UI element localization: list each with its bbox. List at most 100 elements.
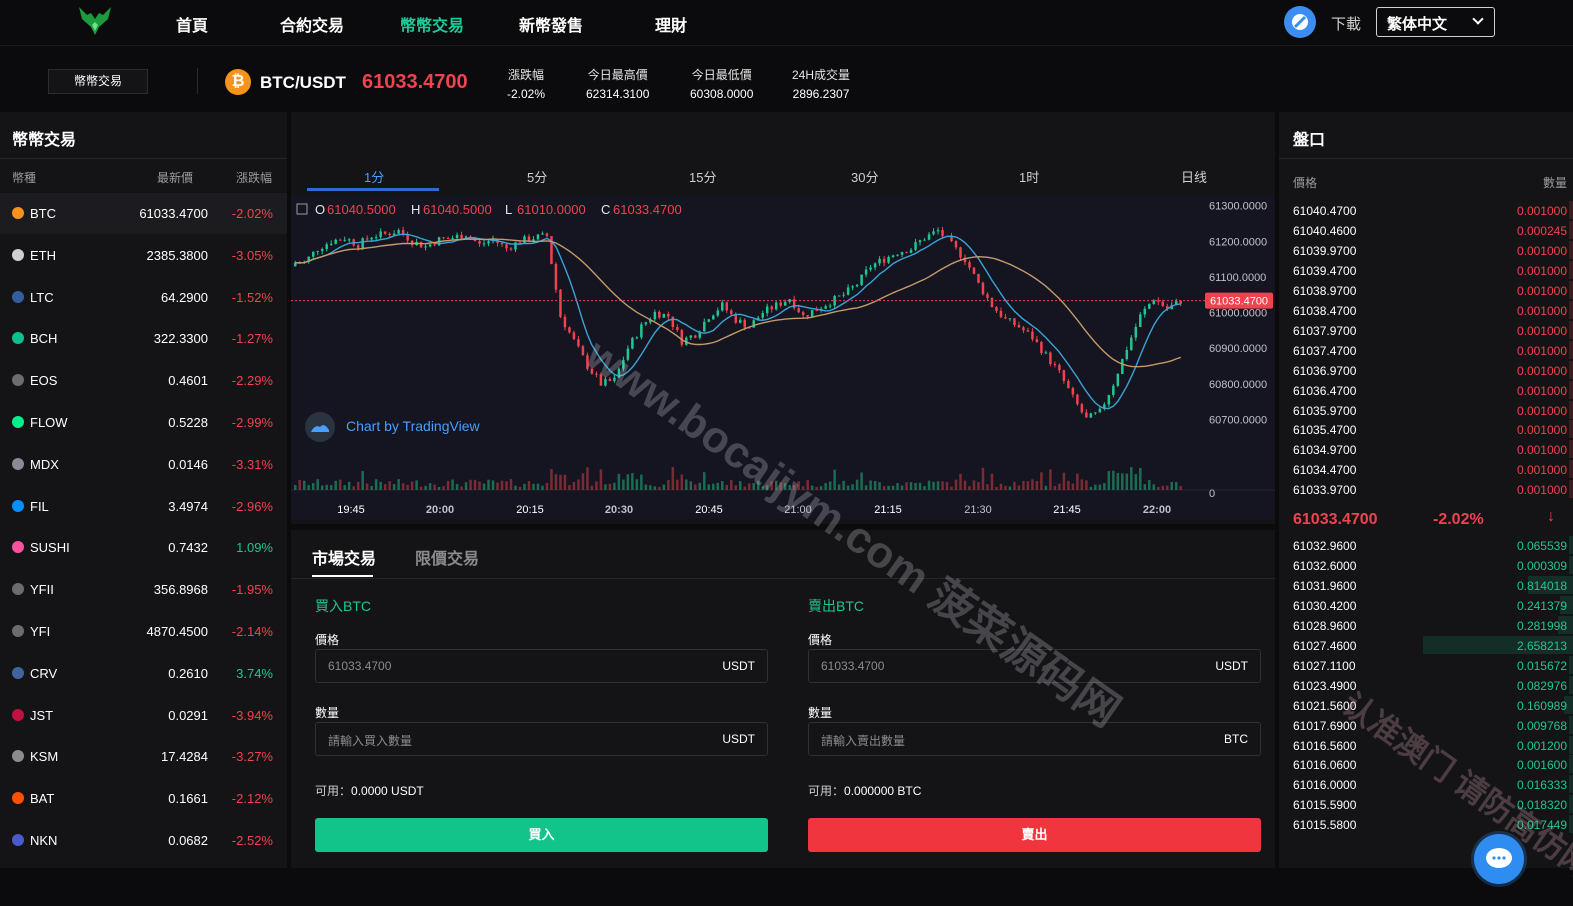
asks-row[interactable]: 61034.97000.001000 [1279, 439, 1573, 459]
market-row[interactable]: SUSHI0.74321.09% [0, 527, 287, 568]
eagle-logo-icon[interactable] [78, 5, 112, 37]
bids-row[interactable]: 61015.59000.018320 [1279, 794, 1573, 814]
market-row[interactable]: BAT0.1661-2.12% [0, 778, 287, 819]
download-link[interactable]: 下載 [1331, 13, 1361, 34]
interval-tab[interactable]: 5分 [527, 167, 547, 186]
interval-tab[interactable]: 日线 [1181, 167, 1207, 186]
asks-row[interactable]: 61034.47000.001000 [1279, 459, 1573, 479]
market-row[interactable]: JST0.0291-3.94% [0, 695, 287, 736]
bids-row[interactable]: 61032.96000.065539 [1279, 535, 1573, 555]
bids-row[interactable]: 61016.06000.001600 [1279, 754, 1573, 774]
interval-tab[interactable]: 15分 [689, 167, 716, 186]
bids-row[interactable]: 61016.56000.001200 [1279, 735, 1573, 755]
market-row[interactable]: BTC61033.4700-2.02% [0, 193, 287, 234]
market-row[interactable]: ETH2385.3800-3.05% [0, 235, 287, 276]
asks-row[interactable]: 61039.97000.001000 [1279, 240, 1573, 260]
coin-change: -3.27% [232, 749, 273, 764]
asks-row[interactable]: 61040.47000.001000 [1279, 200, 1573, 220]
market-row[interactable]: KSM17.4284-3.27% [0, 736, 287, 777]
volume-bar [824, 483, 826, 490]
tradingview-logo-icon[interactable] [305, 412, 335, 442]
candle-body [797, 308, 799, 312]
bids-row[interactable]: 61017.69000.009768 [1279, 715, 1573, 735]
bids-price: 61027.4600 [1293, 639, 1356, 653]
asks-row[interactable]: 61035.97000.001000 [1279, 400, 1573, 420]
interval-tab[interactable]: 1时 [1019, 167, 1039, 186]
bids-row[interactable]: 61015.58000.017449 [1279, 814, 1573, 834]
candle-body [1148, 304, 1150, 309]
bids-row[interactable]: 61021.56000.160989 [1279, 695, 1573, 715]
depth-bar [1569, 460, 1573, 478]
candle-body [451, 238, 453, 239]
bids-row[interactable]: 61027.11000.015672 [1279, 655, 1573, 675]
market-row[interactable]: MDX0.0146-3.31% [0, 444, 287, 485]
tab-limit-order[interactable]: 限價交易 [415, 545, 479, 569]
sell-price-input[interactable]: 61033.4700 USDT [808, 649, 1261, 683]
chat-support-icon[interactable] [1474, 834, 1524, 884]
market-row[interactable]: NKN0.0682-2.52% [0, 820, 287, 861]
candle-body [730, 310, 732, 314]
market-row[interactable]: BCH322.3300-1.27% [0, 318, 287, 359]
volume-bar [779, 482, 781, 490]
candle-body [986, 294, 988, 298]
nav-item-0[interactable]: 首頁 [176, 12, 208, 36]
sell-qty-input[interactable]: 請輸入賣出數量 BTC [808, 722, 1261, 756]
market-row[interactable]: YFII356.8968-1.95% [0, 569, 287, 610]
volume-bar [1117, 473, 1119, 490]
tradingview-attribution[interactable]: Chart by TradingView [346, 418, 480, 434]
interval-tab[interactable]: 1分 [364, 167, 384, 186]
bids-row[interactable]: 61030.42000.241379 [1279, 595, 1573, 615]
bids-row[interactable]: 61027.46002.658213 [1279, 635, 1573, 655]
nav-item-4[interactable]: 理財 [655, 12, 687, 36]
bids-row[interactable]: 61032.60000.000309 [1279, 555, 1573, 575]
candle-body [865, 270, 867, 275]
buy-price-input[interactable]: 61033.4700 USDT [315, 649, 768, 683]
volume-bar [973, 480, 975, 490]
asks-row[interactable]: 61036.97000.001000 [1279, 360, 1573, 380]
bids-row[interactable]: 61028.96000.281998 [1279, 615, 1573, 635]
trading-pair[interactable]: BTC/USDT [260, 73, 346, 93]
tab-market-order[interactable]: 市場交易 [312, 545, 376, 569]
nav-item-3[interactable]: 新幣發售 [519, 12, 583, 36]
bids-row[interactable]: 61031.96000.814018 [1279, 575, 1573, 595]
buy-button[interactable]: 買入 [315, 818, 768, 852]
nav-item-2[interactable]: 幣幣交易 [400, 12, 464, 36]
volume-bar [1135, 474, 1137, 490]
market-row[interactable]: FLOW0.5228-2.99% [0, 402, 287, 443]
volume-bar [874, 481, 876, 490]
asks-row[interactable]: 61036.47000.001000 [1279, 380, 1573, 400]
asks-row[interactable]: 61039.47000.001000 [1279, 260, 1573, 280]
asks-price: 61040.4600 [1293, 224, 1356, 238]
nav-item-1[interactable]: 合約交易 [280, 12, 344, 36]
asks-row[interactable]: 61038.47000.001000 [1279, 300, 1573, 320]
interval-tab[interactable]: 30分 [851, 167, 878, 186]
asks-row[interactable]: 61037.47000.001000 [1279, 340, 1573, 360]
language-select[interactable]: 繁体中文 [1376, 7, 1495, 37]
market-row[interactable]: CRV0.26103.74% [0, 653, 287, 694]
asks-row[interactable]: 61033.97000.001000 [1279, 479, 1573, 499]
market-row[interactable]: LTC64.2900-1.52% [0, 277, 287, 318]
volume-bar [1099, 484, 1101, 490]
buy-qty-input[interactable]: 請輸入買入數量 USDT [315, 722, 768, 756]
bids-row[interactable]: 61016.00000.016333 [1279, 774, 1573, 794]
ohlc-value: 61033.4700 [613, 202, 682, 217]
candle-body [321, 249, 323, 251]
x-axis-tick: 21:00 [784, 504, 812, 516]
volume-zero-label: 0 [1209, 488, 1215, 500]
asks-row[interactable]: 61040.46000.000245 [1279, 220, 1573, 240]
asks-row[interactable]: 61038.97000.001000 [1279, 280, 1573, 300]
bids-price: 61028.9600 [1293, 619, 1356, 633]
sell-button[interactable]: 賣出 [808, 818, 1261, 852]
download-app-icon[interactable] [1284, 6, 1316, 38]
market-row[interactable]: YFI4870.4500-2.14% [0, 611, 287, 652]
spot-trading-tab[interactable]: 幣幣交易 [48, 69, 148, 94]
candle-body [676, 327, 678, 330]
asks-row[interactable]: 61035.47000.001000 [1279, 419, 1573, 439]
market-row[interactable]: EOS0.4601-2.29% [0, 360, 287, 401]
asks-row[interactable]: 61037.97000.001000 [1279, 320, 1573, 340]
market-row[interactable]: FIL3.4974-2.96% [0, 486, 287, 527]
bids-row[interactable]: 61023.49000.082976 [1279, 675, 1573, 695]
candle-body [887, 257, 889, 263]
candlestick-chart[interactable]: 61300.000061200.000061100.000061000.0000… [291, 195, 1275, 519]
volume-bar [334, 481, 336, 490]
